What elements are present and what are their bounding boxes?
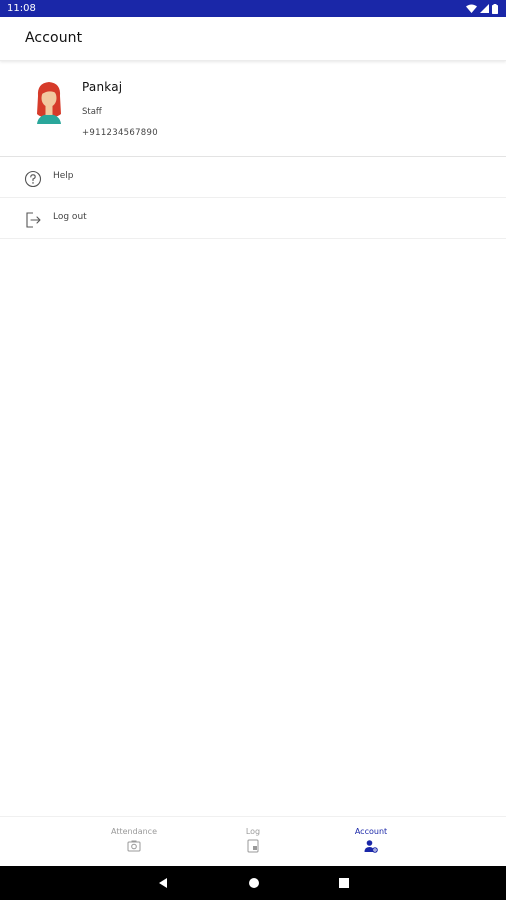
battery-icon: [492, 3, 498, 14]
system-navigation-bar: [0, 866, 506, 900]
nav-attendance-label: Attendance: [111, 827, 157, 836]
nav-log-label: Log: [245, 827, 261, 836]
status-icons: [466, 3, 498, 14]
nav-tab-account[interactable]: Account: [331, 827, 411, 853]
profile-role: Staff: [82, 107, 102, 117]
nav-tab-attendance[interactable]: Attendance: [94, 827, 174, 853]
status-bar: 11:08: [0, 0, 506, 17]
bottom-navigation: Attendance Log Account: [0, 816, 506, 866]
account-screen: 11:08 Account Pankaj Staff +911234567890…: [0, 0, 506, 900]
help-circle-icon: [24, 170, 42, 188]
profile-card: Pankaj Staff +911234567890: [0, 62, 506, 157]
help-label: Help: [53, 171, 74, 181]
cellular-icon: [480, 4, 489, 13]
help-menu-item[interactable]: Help: [0, 158, 506, 198]
logout-label: Log out: [53, 212, 87, 222]
camera-icon: [127, 840, 141, 852]
logout-menu-item[interactable]: Log out: [0, 199, 506, 239]
status-time: 11:08: [7, 3, 36, 14]
log-icon: [247, 839, 259, 853]
profile-name: Pankaj: [82, 80, 123, 94]
wifi-icon: [466, 4, 477, 13]
home-icon[interactable]: [248, 877, 260, 889]
nav-tab-log[interactable]: Log: [213, 827, 293, 853]
app-bar: Account: [0, 17, 506, 61]
logout-icon: [26, 212, 41, 228]
recents-icon[interactable]: [338, 877, 350, 889]
female-avatar-icon: [37, 82, 61, 124]
profile-phone: +911234567890: [82, 128, 158, 138]
page-title: Account: [25, 30, 83, 46]
nav-account-label: Account: [354, 827, 388, 836]
back-icon[interactable]: [157, 877, 169, 889]
account-settings-icon: [364, 840, 378, 853]
